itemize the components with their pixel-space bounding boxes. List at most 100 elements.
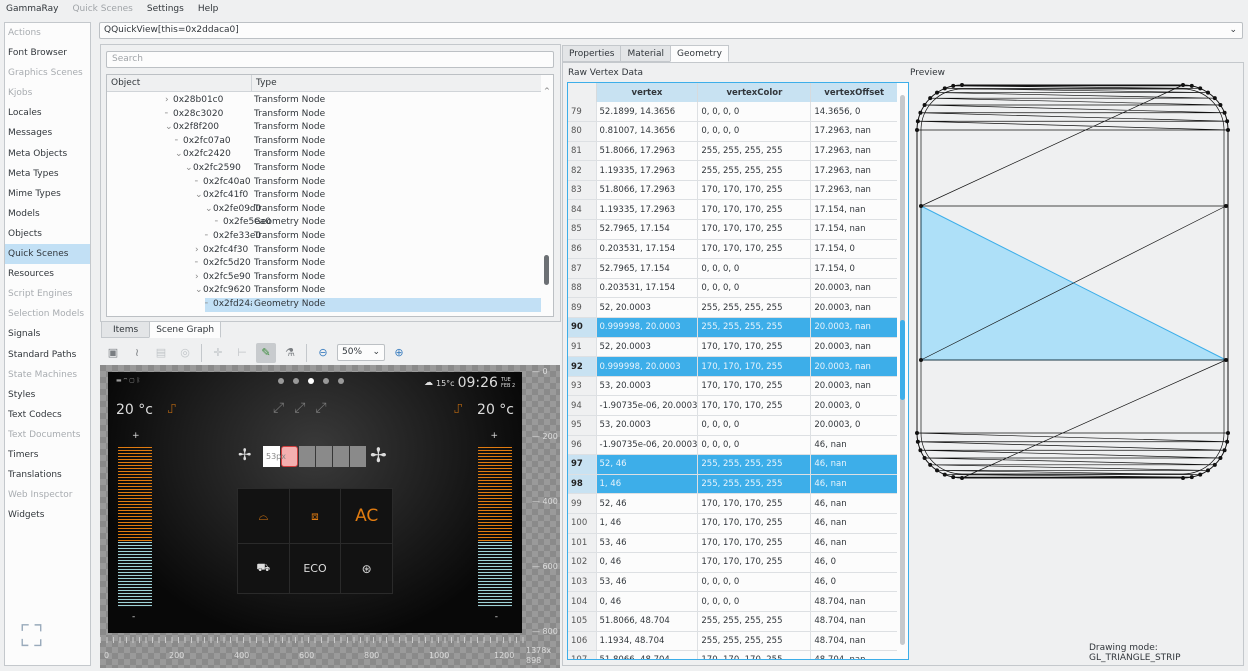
temp-slider-right[interactable] [478,447,512,607]
column-header-vertex[interactable]: vertex [596,83,699,102]
sidebar-item-text-documents[interactable]: Text Documents [5,425,90,445]
table-row[interactable]: 105 51.8066, 48.704 255, 255, 255, 255 48.7… [568,611,898,632]
sidebar-item-mime-types[interactable]: Mime Types [5,184,90,204]
page-dot[interactable] [308,378,314,384]
zoom-in-icon[interactable]: ⊕ [389,343,409,363]
temp-down-left[interactable]: - [132,612,135,622]
table-row[interactable]: 83 51.8066, 17.2963 170, 170, 170, 255 17.2… [568,180,898,201]
tree-row[interactable]: ╴ 0x2fd24a0 Geometry Node [107,297,541,312]
sidebar-item-selection-models[interactable]: Selection Models [5,304,90,324]
expand-arrow-icon[interactable]: ⌄ [165,121,173,135]
pipette-icon[interactable]: ⚗ [280,343,300,363]
table-row[interactable]: 88 0.203531, 17.154 0, 0, 0, 0 20.0003, nan [568,278,898,299]
page-dot[interactable] [293,378,299,384]
tree-row[interactable]: › 0x2fc5e90 Transform Node [107,271,541,285]
row-number[interactable]: 87 [568,258,597,279]
sidebar-item-resources[interactable]: Resources [5,264,90,284]
table-row[interactable]: 94 -1.90735e-06, 20.0003 170, 170, 170, 25… [568,395,898,416]
sidebar-item-locales[interactable]: Locales [5,103,90,123]
row-number[interactable]: 79 [568,102,597,123]
sidebar-item-quick-scenes[interactable]: Quick Scenes [5,244,90,265]
seat-heat-right-icon[interactable]: ⑀ [454,402,462,417]
color-picker-icon[interactable]: ✎ [256,342,276,363]
row-number[interactable]: 99 [568,493,597,514]
sidebar-item-meta-types[interactable]: Meta Types [5,164,90,184]
tree-row[interactable]: ╴ 0x28c3020 Transform Node [107,108,541,122]
fan-high-icon[interactable]: ✢ [370,443,387,467]
geometry-wireframe-preview[interactable] [910,80,1240,485]
sidebar-item-signals[interactable]: Signals [5,324,90,344]
front-defrost-button[interactable]: ⌓ [238,489,289,543]
table-row[interactable]: 97 52, 46 255, 255, 255, 255 46, nan [568,454,898,475]
tab-properties[interactable]: Properties [562,45,622,62]
row-number[interactable]: 82 [568,160,597,181]
tree-row[interactable]: ╴ 0x2fe5ea0 Geometry Node [107,216,541,230]
page-dot[interactable] [323,378,329,384]
table-row[interactable]: 104 0, 46 0, 0, 0, 0 48.704, nan [568,591,898,612]
sidebar-item-styles[interactable]: Styles [5,385,90,405]
row-number[interactable]: 92 [568,356,597,377]
sidebar-item-meta-objects[interactable]: Meta Objects [5,144,90,164]
steering-heat-button[interactable]: ⊛ [341,544,392,593]
table-row[interactable]: 89 52, 20.0003 255, 255, 255, 255 20.0003, … [568,297,898,319]
page-dot[interactable] [278,378,284,384]
temp-down-right[interactable]: - [495,612,498,622]
sidebar-item-widgets[interactable]: Widgets [5,505,90,525]
visualize-clipping-icon[interactable]: ▣ [103,343,123,363]
vertex-table-scrollbar[interactable] [897,83,908,659]
sidebar-item-objects[interactable]: Objects [5,224,90,244]
table-row[interactable]: 81 51.8066, 17.2963 255, 255, 255, 255 17.2… [568,141,898,162]
tree-row[interactable]: ╴ 0x2fc40a0 Transform Node [107,176,541,190]
expand-arrow-icon[interactable]: ⌄ [185,162,193,176]
table-row[interactable]: 93 53, 20.0003 170, 170, 170, 255 20.0003, … [568,376,898,397]
row-number[interactable]: 105 [568,611,597,632]
temp-left[interactable]: 20 °c [116,402,153,418]
tab-items[interactable]: Items [101,321,151,338]
tree-row[interactable]: ⌄0x2fc41f0 Transform Node [107,189,541,203]
sidebar-item-script-engines[interactable]: Script Engines [5,284,90,304]
table-row[interactable]: 80 0.81007, 14.3656 0, 0, 0, 0 17.2963, nan [568,121,898,142]
row-number[interactable]: 98 [568,474,597,495]
table-row[interactable]: 101 53, 46 170, 170, 170, 255 46, nan [568,533,898,554]
table-row[interactable]: 87 52.7965, 17.154 0, 0, 0, 0 17.154, 0 [568,258,898,279]
sidebar-item-kjobs[interactable]: Kjobs [5,83,90,103]
row-number[interactable]: 95 [568,415,597,436]
table-row[interactable]: 99 52, 46 170, 170, 170, 255 46, nan [568,493,898,514]
row-number[interactable]: 94 [568,395,597,416]
column-header-type[interactable]: Type [252,75,277,91]
row-number[interactable]: 102 [568,552,597,573]
sidebar-item-messages[interactable]: Messages [5,123,90,143]
column-header-vertex-color[interactable]: vertexColor [697,83,812,102]
table-row[interactable]: 10751.8066, 48.704170, 170, 170, 25548.7… [568,650,898,659]
row-number[interactable]: 93 [568,376,597,397]
tree-row[interactable]: ╴ 0x2fc5d20 Transform Node [107,257,541,271]
table-row[interactable]: 90 0.999998, 20.0003 255, 255, 255, 255 20.… [568,317,898,338]
row-number[interactable]: 90 [568,317,597,338]
table-row[interactable]: 82 1.19335, 17.2963 255, 255, 255, 255 17.2… [568,160,898,181]
tree-row[interactable]: ⌄0x2fc2420 Transform Node [107,148,541,162]
column-header-vertex-offset[interactable]: vertexOffset [810,83,898,102]
recirculation-button[interactable]: ⛟ [238,544,289,593]
tree-row[interactable]: ╴ 0x2fe33e0 Transform Node [107,230,541,244]
table-row[interactable]: 84 1.19335, 17.2963 170, 170, 170, 255 17.1… [568,199,898,221]
row-number[interactable]: 89 [568,297,597,319]
sidebar-item-state-machines[interactable]: State Machines [5,365,90,385]
sidebar-item-timers[interactable]: Timers [5,445,90,465]
sidebar-item-web-inspector[interactable]: Web Inspector [5,485,90,505]
tree-row[interactable]: ⌄0x2f8f200 Transform Node [107,121,541,135]
table-row[interactable]: 95 53, 20.0003 0, 0, 0, 0 20.0003, 0 [568,415,898,436]
row-number[interactable]: 83 [568,180,597,201]
row-number[interactable]: 86 [568,239,597,260]
ac-button[interactable]: AC [341,489,392,543]
tree-row[interactable]: › 0x28b01c0 Transform Node [107,94,541,108]
sidebar-item-graphics-scenes[interactable]: Graphics Scenes [5,63,90,83]
sidebar-item-translations[interactable]: Translations [5,465,90,485]
tree-row[interactable]: › 0x2fc4f30 Transform Node [107,244,541,258]
row-number[interactable]: 97 [568,454,597,475]
expand-arrow-icon[interactable]: ⌄ [205,203,213,217]
seat-heat-left-icon[interactable]: ⑀ [168,402,176,417]
row-number[interactable]: 91 [568,337,597,358]
row-number[interactable]: 96 [568,435,597,456]
tree-row[interactable]: ⌄0x2fc2590 Transform Node [107,162,541,176]
row-number[interactable]: 81 [568,141,597,162]
